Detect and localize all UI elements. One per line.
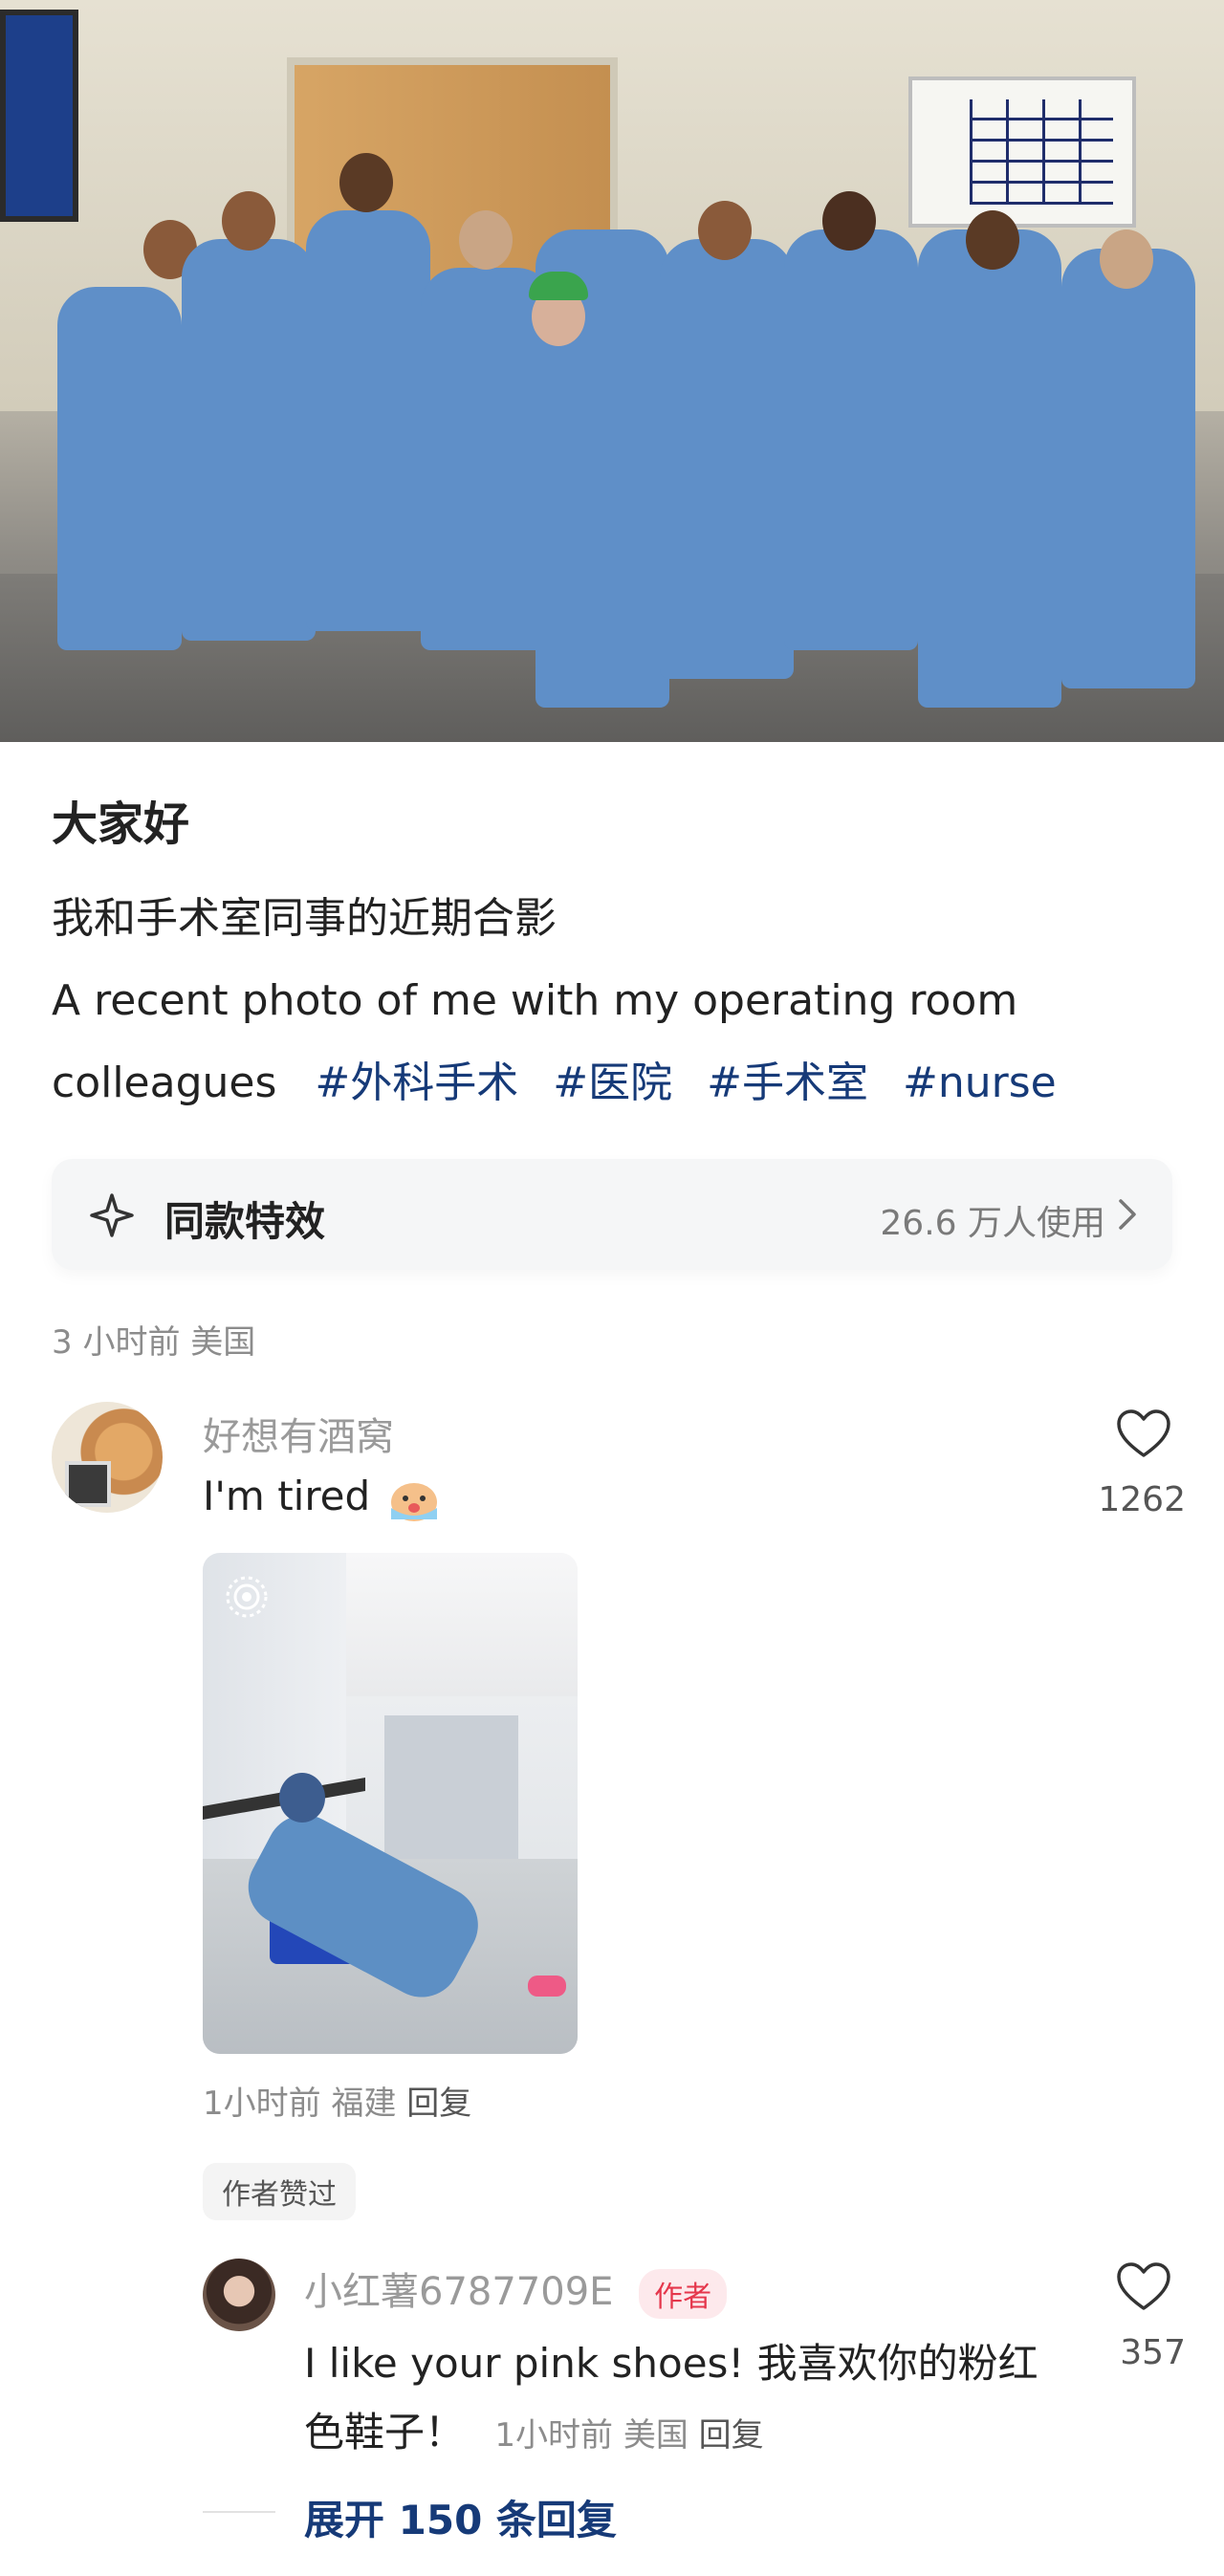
- expand-divider: [203, 2511, 275, 2513]
- comment-author[interactable]: 好想有酒窝: [203, 1406, 394, 1461]
- photo-person: [1061, 249, 1195, 688]
- post-description: 我和手术室同事的近期合影 A recent photo of me with m…: [52, 878, 1180, 1124]
- photo-person-head: [698, 201, 752, 260]
- expand-replies-button[interactable]: 展开 150 条回复: [304, 2488, 617, 2546]
- photo-person-head: [459, 210, 513, 270]
- photo-person: [306, 210, 430, 631]
- photo-person-head: [1100, 229, 1153, 289]
- author-badge: 作者: [639, 2269, 728, 2319]
- reply-button[interactable]: 回复: [406, 2085, 471, 2123]
- same-effect-bar[interactable]: 同款特效 26.6 万人使用: [52, 1159, 1172, 1270]
- comment-author[interactable]: 小红薯6787709E: [304, 2270, 613, 2314]
- photo-person: [182, 239, 316, 641]
- live-photo-icon: [226, 1576, 268, 1618]
- hashtag-hospital[interactable]: #医院: [553, 1059, 672, 1107]
- hashtag-surgery[interactable]: #外科手术: [315, 1059, 518, 1107]
- post-meta: 3 小时前 美国: [52, 1323, 256, 1362]
- reply-text: I like your pink shoes! 我喜欢你的粉红色鞋子！ 1小时前…: [304, 2329, 1069, 2470]
- chevron-right-icon: [1119, 1199, 1136, 1230]
- photo-pink-shoe: [528, 1976, 566, 1997]
- reply-meta: 1小时前 美国 回复: [494, 2416, 763, 2455]
- post-text-cn: 我和手术室同事的近期合影: [52, 894, 557, 943]
- heart-icon[interactable]: [1115, 1408, 1172, 1461]
- avatar[interactable]: [52, 1402, 163, 1513]
- reply-time-location: 1小时前 美国: [494, 2416, 688, 2455]
- photo-nurse-head: [279, 1773, 325, 1823]
- hashtag-nurse[interactable]: #nurse: [903, 1059, 1057, 1107]
- post-title: 大家好: [52, 797, 190, 851]
- photo-person-head: [822, 191, 876, 251]
- comment-photo[interactable]: [203, 1553, 578, 2054]
- photo-person: [57, 287, 182, 650]
- same-effect-label: 同款特效: [164, 1198, 326, 1245]
- like-count: 357: [1120, 2333, 1186, 2372]
- post-photo[interactable]: [0, 0, 1224, 742]
- like-count: 1262: [1098, 1480, 1186, 1519]
- comment-author-row: 小红薯6787709E 作者: [304, 2260, 728, 2319]
- author-liked-badge: 作者赞过: [203, 2163, 356, 2220]
- photo-person: [918, 229, 1061, 708]
- post-text-en-cont: colleagues: [52, 1059, 277, 1107]
- photo-whiteboard: [908, 76, 1136, 228]
- hashtag-operating-room[interactable]: #手术室: [707, 1059, 868, 1107]
- heart-icon[interactable]: [1115, 2260, 1172, 2314]
- crying-emoji-icon: [390, 1482, 437, 1521]
- post-text-en: A recent photo of me with my operating r…: [52, 976, 1018, 1025]
- reply-button[interactable]: 回复: [699, 2416, 764, 2455]
- avatar[interactable]: [203, 2259, 275, 2331]
- photo-monitor: [0, 10, 78, 222]
- photo-person-head: [339, 153, 393, 212]
- photo-person: [784, 229, 918, 650]
- comment-text-content: I'm tired: [203, 1473, 371, 1519]
- same-effect-count: 26.6 万人使用: [880, 1204, 1105, 1243]
- sparkle-icon: [90, 1193, 134, 1237]
- photo-corridor: [384, 1715, 518, 1859]
- photo-person-head: [966, 210, 1019, 270]
- post-text-en-line2: colleagues #外科手术 #医院 #手术室 #nurse: [52, 1042, 1180, 1124]
- comment-time-location: 1小时前 福建: [203, 2085, 397, 2123]
- comment-meta: 1小时前 福建 回复: [203, 2077, 471, 2124]
- comment-text: I'm tired: [203, 1473, 441, 1523]
- photo-person: [660, 239, 794, 679]
- photo-person-head: [222, 191, 275, 251]
